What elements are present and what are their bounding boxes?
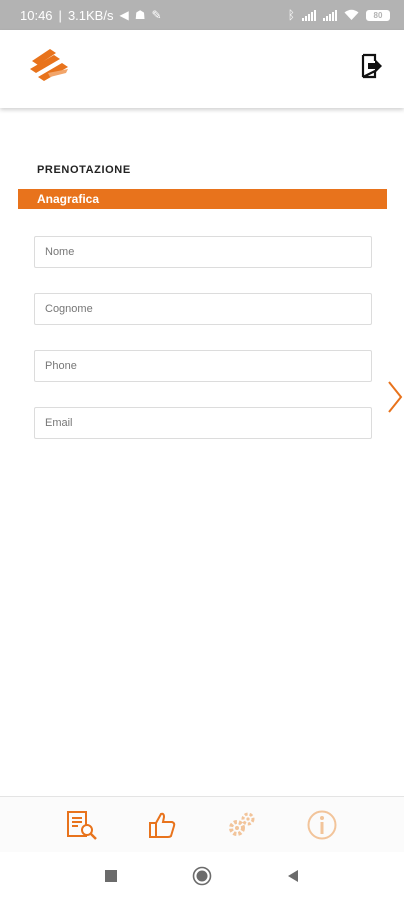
- name-field[interactable]: [34, 236, 372, 268]
- telegram-icon: ◀: [119, 8, 129, 22]
- recents-square-icon: [105, 870, 117, 882]
- signal-icon: [323, 9, 337, 21]
- tab-settings[interactable]: [224, 809, 260, 841]
- back-triangle-icon: [288, 870, 298, 882]
- logout-button[interactable]: [360, 53, 384, 79]
- wifi-icon: [344, 9, 359, 20]
- separator: |: [58, 7, 62, 23]
- recents-button[interactable]: [101, 866, 121, 886]
- section-subtitle-bar: Anagrafica: [18, 189, 387, 209]
- battery-icon: 80: [366, 9, 390, 21]
- phone-field[interactable]: [34, 350, 372, 382]
- bottom-tab-bar: [0, 796, 404, 852]
- gears-icon: [229, 812, 255, 836]
- clock: 10:46: [20, 7, 53, 23]
- signal-icon: [302, 9, 316, 21]
- system-nav-bar: [0, 852, 404, 900]
- thumbs-up-icon: [149, 812, 176, 838]
- email-field[interactable]: [34, 407, 372, 439]
- mask-icon: ☗: [134, 8, 146, 22]
- info-icon: [307, 810, 337, 840]
- section-subtitle: Anagrafica: [37, 192, 100, 206]
- home-circle-icon: [192, 866, 212, 886]
- surname-field[interactable]: [34, 293, 372, 325]
- bluetooth-icon: ᛒ: [287, 8, 295, 22]
- network-speed: 3.1KB/s: [67, 7, 114, 23]
- home-button[interactable]: [192, 866, 212, 886]
- status-bar: 10:46 | 3.1KB/s ◀ ☗ ✎ ᛒ 80: [0, 0, 404, 30]
- chevron-right-icon[interactable]: [386, 380, 404, 414]
- app-header: [0, 30, 404, 108]
- tab-info[interactable]: [304, 809, 340, 841]
- tab-reservation[interactable]: [64, 809, 100, 841]
- brand-logo: [30, 49, 68, 81]
- section-title: PRENOTAZIONE: [37, 164, 131, 176]
- app-screen: 10:46 | 3.1KB/s ◀ ☗ ✎ ᛒ 80 PRENOTAZIONE …: [0, 0, 404, 900]
- status-left: 10:46 | 3.1KB/s ◀ ☗ ✎: [20, 8, 162, 23]
- wrench-icon: ✎: [151, 8, 162, 22]
- back-button[interactable]: [283, 866, 303, 886]
- status-right: ᛒ 80: [288, 9, 390, 21]
- tab-like[interactable]: [144, 809, 180, 841]
- document-search-icon: [67, 811, 97, 840]
